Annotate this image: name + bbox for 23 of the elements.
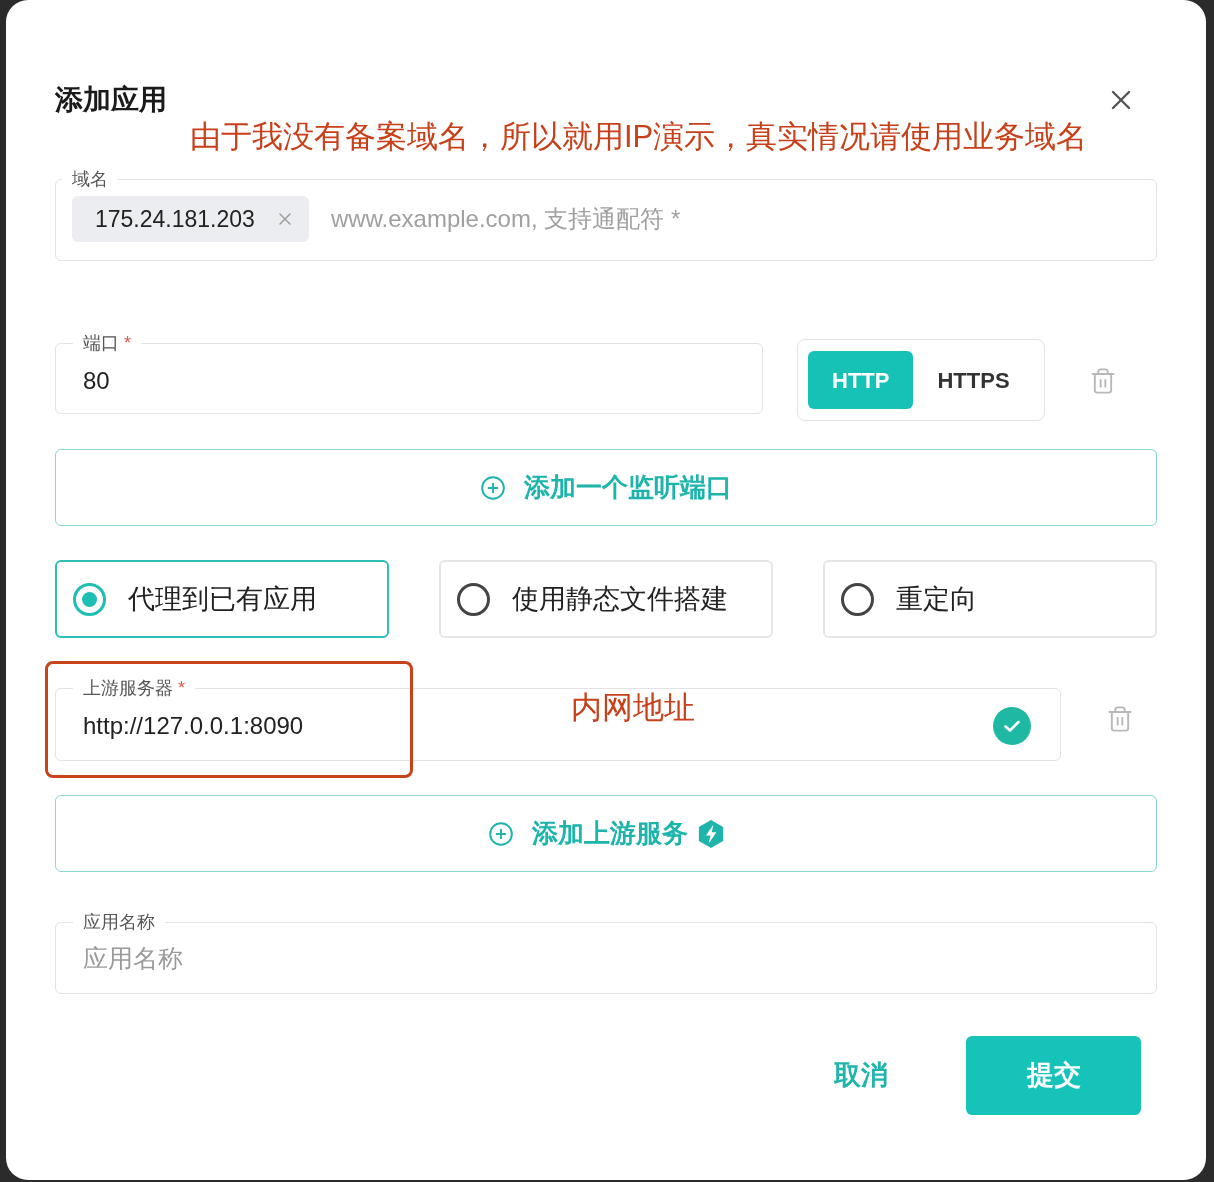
domain-field[interactable]: 域名 175.24.181.203 www.example.com, 支持通配符 * — [55, 167, 1157, 261]
app-name-input[interactable]: 应用名称 — [83, 936, 1129, 980]
annotation-note: 内网地址 — [571, 689, 695, 727]
domain-input[interactable]: www.example.com, 支持通配符 * — [330, 197, 1140, 241]
port-field[interactable]: 端口 * 80 — [55, 331, 763, 414]
field-label: 应用名称 — [82, 911, 156, 934]
app-name-field[interactable]: 应用名称 应用名称 — [55, 910, 1157, 994]
plus-circle-icon — [480, 474, 506, 501]
hexagon-bolt-icon — [698, 819, 724, 848]
protocol-tab[interactable]: HTTPS — [913, 351, 1034, 409]
mode-option[interactable]: 使用静态文件搭建 — [439, 560, 773, 638]
trash-icon[interactable] — [1106, 704, 1134, 733]
mode-option[interactable]: 重定向 — [823, 560, 1157, 638]
dialog-title: 添加应用 — [55, 83, 167, 117]
plus-circle-icon — [488, 820, 514, 847]
mode-option[interactable]: 代理到已有应用 — [55, 560, 389, 638]
trash-icon[interactable] — [1089, 367, 1117, 395]
field-label: 域名 — [71, 168, 109, 191]
port-input[interactable]: 80 — [83, 359, 735, 403]
tag-label: 175.24.181.203 — [95, 204, 255, 234]
annotation-note: 由于我没有备案域名，所以就用IP演示，真实情况请使用业务域名 — [190, 118, 1089, 156]
field-label: 上游服务器 * — [82, 677, 186, 700]
field-label: 端口 * — [82, 332, 132, 355]
